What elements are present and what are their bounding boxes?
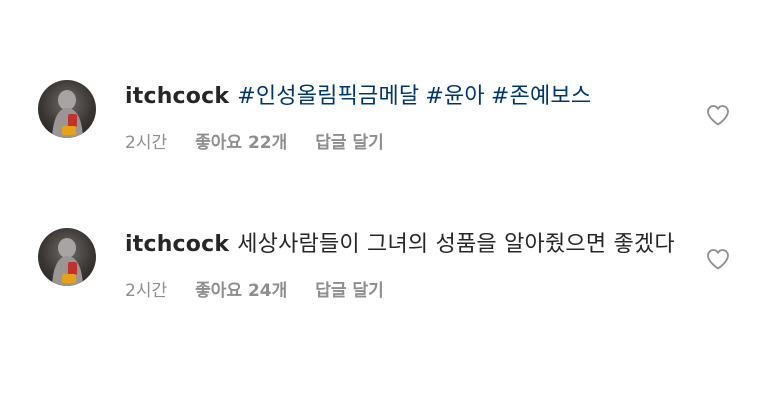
comment-body: itchcock #인성올림픽금메달 #윤아 #존예보스 2시간 좋아요 22개 답글… [125, 82, 685, 153]
avatar[interactable] [38, 228, 96, 286]
comment-meta: 2시간 좋아요 22개 답글 달기 [125, 128, 685, 153]
reply-button[interactable]: 답글 달기 [315, 128, 383, 153]
heart-outline-icon[interactable] [706, 104, 730, 126]
reply-button[interactable]: 답글 달기 [315, 276, 383, 301]
hashtag-link[interactable]: #존예보스 [491, 84, 591, 109]
username-link[interactable]: itchcock [125, 232, 229, 257]
comment-text-line: itchcock 세상사람들이 그녀의 성품을 알아줬으면 좋겠다 [125, 230, 685, 260]
likes-count-link[interactable]: 좋아요 24개 [195, 276, 287, 301]
comment-meta: 2시간 좋아요 24개 답글 달기 [125, 276, 685, 301]
hashtag-link[interactable]: #인성올림픽금메달 [237, 84, 419, 109]
heart-outline-icon[interactable] [706, 248, 730, 270]
comment-body: itchcock 세상사람들이 그녀의 성품을 알아줬으면 좋겠다 2시간 좋아요… [125, 230, 685, 301]
avatar-image [52, 238, 83, 286]
timestamp: 2시간 [125, 133, 168, 153]
hashtag-link[interactable]: #윤아 [425, 84, 485, 109]
timestamp: 2시간 [125, 281, 168, 301]
comment-text: 세상사람들이 그녀의 성품을 알아줬으면 좋겠다 [237, 232, 675, 257]
username-link[interactable]: itchcock [125, 84, 229, 109]
comment-text-line: itchcock #인성올림픽금메달 #윤아 #존예보스 [125, 82, 685, 112]
avatar[interactable] [38, 80, 96, 138]
likes-count-link[interactable]: 좋아요 22개 [195, 128, 287, 153]
avatar-image [52, 90, 83, 138]
